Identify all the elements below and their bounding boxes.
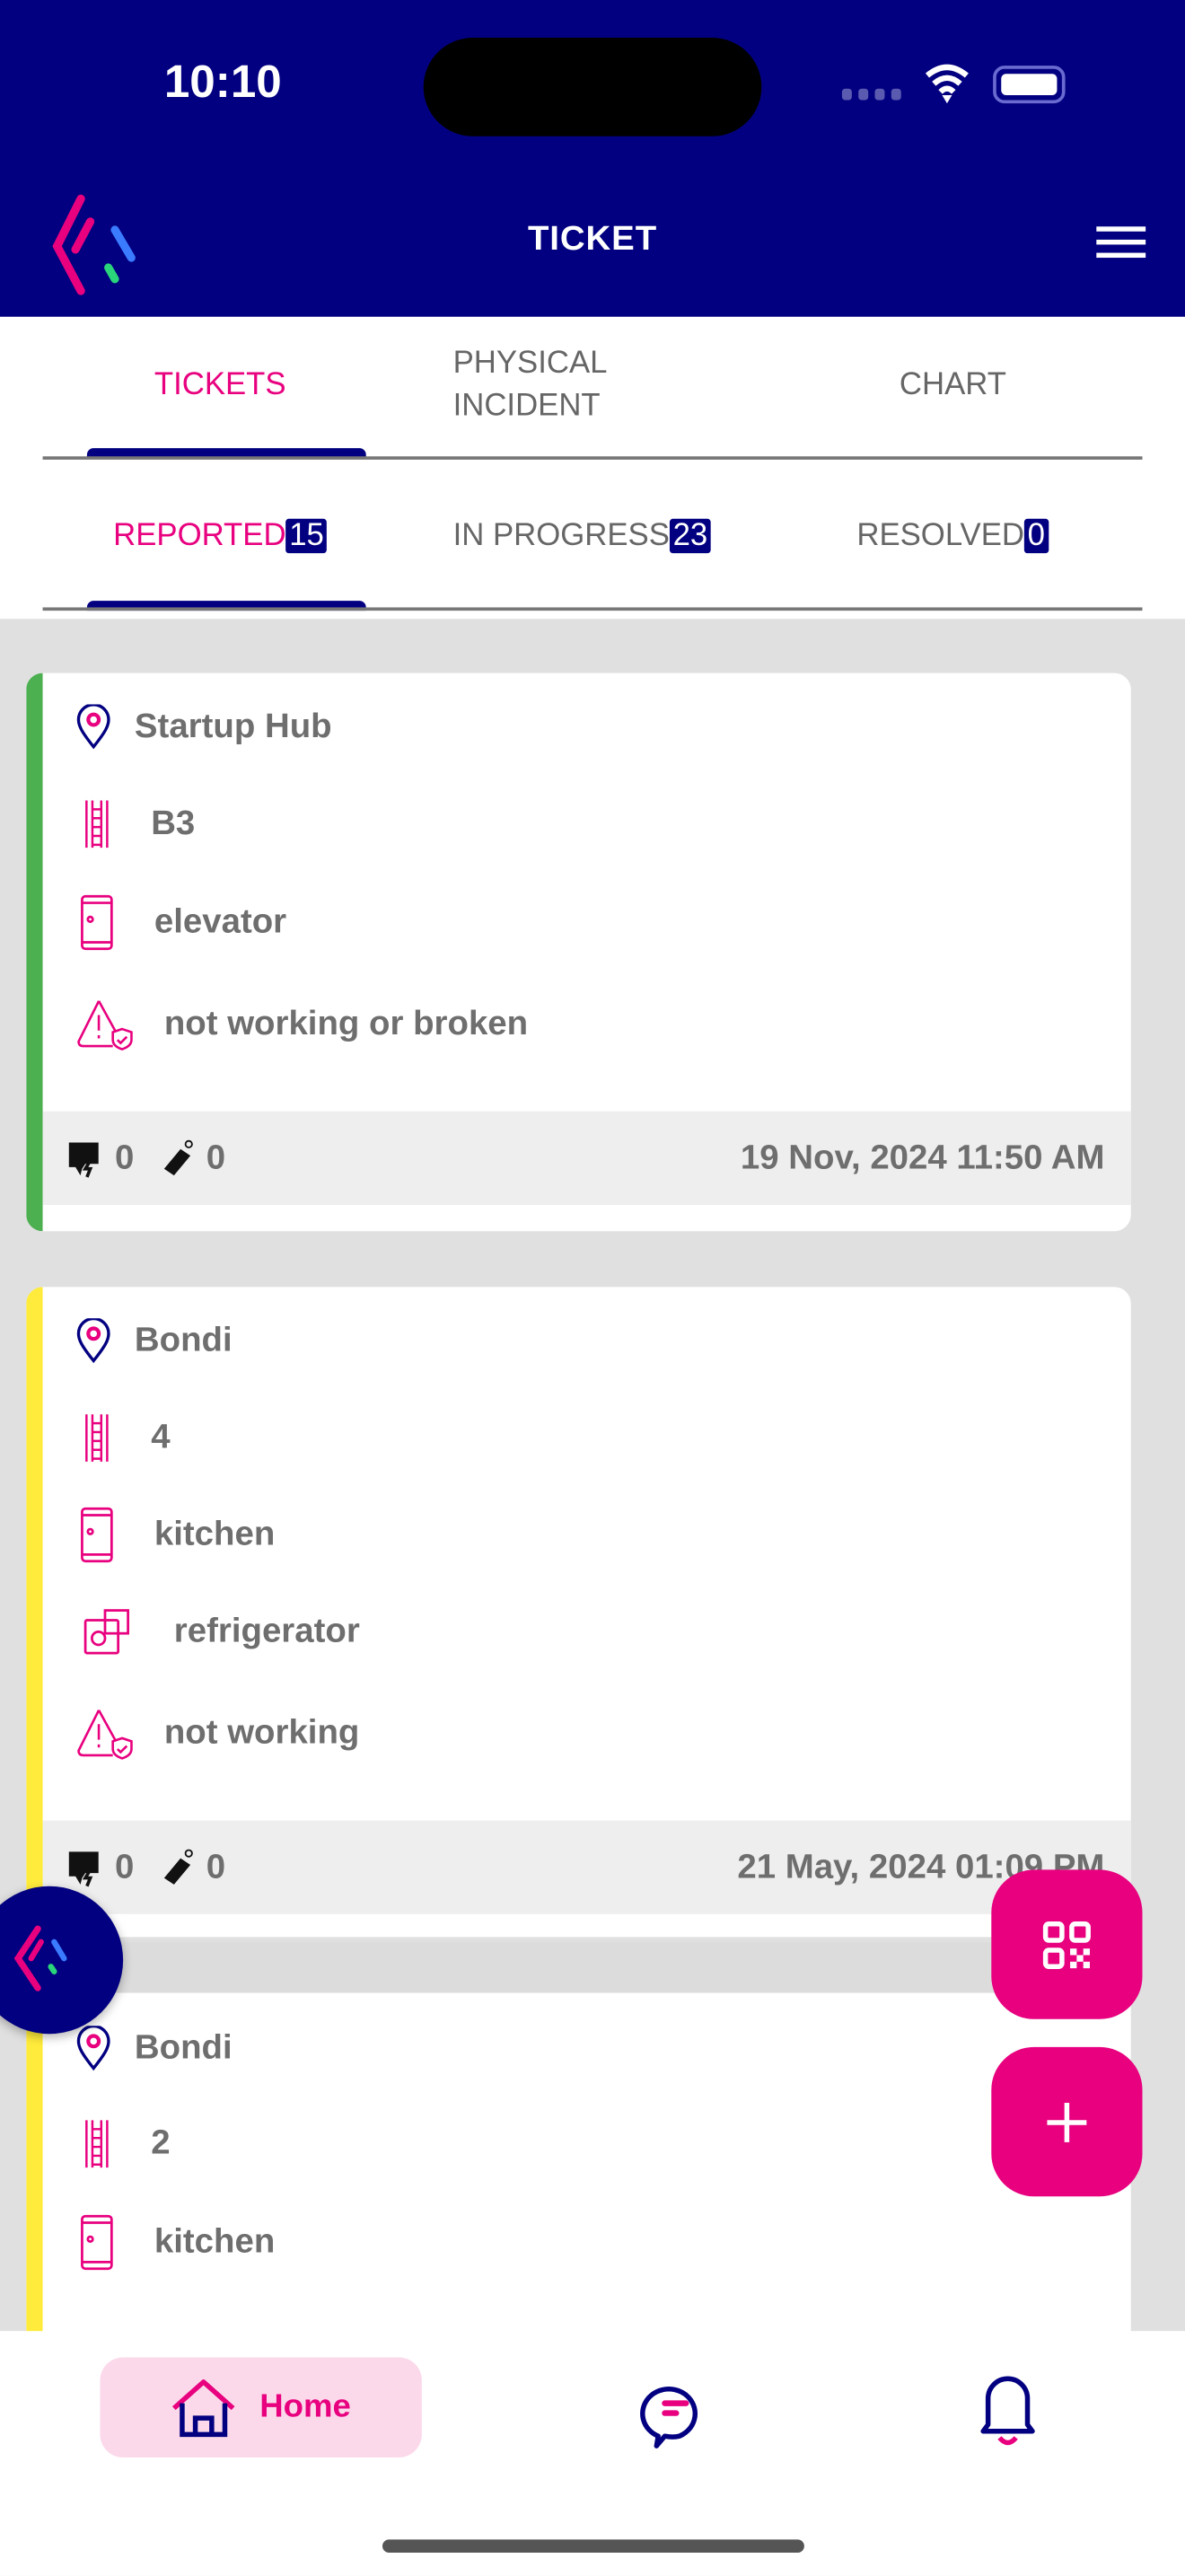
subtab-in-progress[interactable]: IN PROGRESS 23 [453, 515, 711, 558]
subtab-reported[interactable]: REPORTED 15 [113, 515, 328, 558]
count-badge: 23 [669, 518, 711, 554]
count-badge: 15 [285, 518, 328, 554]
subtab-resolved[interactable]: RESOLVED 0 [856, 515, 1049, 558]
ticket-date: 19 Nov, 2024 11:50 AM [740, 1138, 1105, 1176]
qr-scan-button[interactable] [991, 1869, 1143, 2019]
warning-icon [75, 997, 135, 1052]
appliance-icon [82, 1607, 131, 1657]
ticket-floor: 4 [151, 1418, 171, 1456]
ticket-location: Bondi [134, 2028, 233, 2067]
location-pin-icon [75, 1318, 111, 1364]
ticket-asset: kitchen [154, 2222, 276, 2261]
subtab-label: RESOLVED [856, 518, 1025, 554]
comment-icon [66, 1848, 105, 1887]
dynamic-island [423, 38, 762, 136]
asset-icon [79, 1507, 115, 1562]
tab-physical-incident[interactable]: PHYSICAL INCIDENT [453, 343, 667, 428]
plus-icon [1047, 2102, 1087, 2142]
home-icon [172, 2378, 235, 2437]
ticket-floor: 2 [151, 2123, 171, 2162]
tag-icon [157, 1848, 197, 1887]
ticket-card[interactable]: Bondi 4 kitchen refrigerator not working… [26, 1287, 1131, 1938]
add-ticket-button[interactable] [991, 2046, 1143, 2197]
tab-tickets[interactable]: TICKETS [154, 365, 286, 408]
asset-icon [79, 894, 115, 950]
location-pin-icon [75, 2026, 111, 2071]
subtab-label: IN PROGRESS [452, 518, 670, 554]
ticket-issue: not working or broken [163, 1004, 529, 1042]
ticket-footer: 0 0 21 May, 2024 01:09 PM [42, 1820, 1131, 1914]
comment-count: 0 [114, 1847, 135, 1886]
nav-home[interactable]: Home [100, 2357, 422, 2457]
status-indicator [26, 673, 43, 1232]
divider [42, 456, 1143, 460]
app-header: 10:10 TICKET [0, 0, 1185, 317]
comment-icon [66, 1139, 105, 1178]
status-time: 10:10 [163, 56, 282, 107]
subtab-label: REPORTED [113, 518, 286, 554]
ticket-location: Bondi [134, 1321, 233, 1359]
divider [42, 607, 1143, 611]
qr-code-icon [1042, 1921, 1091, 1969]
ladder-floor-icon [82, 1409, 111, 1468]
asset-icon [79, 2214, 115, 2270]
bottom-navigation: Home [0, 2331, 1185, 2576]
chat-icon[interactable] [640, 2377, 712, 2449]
home-indicator [382, 2539, 804, 2554]
separator [26, 1941, 1131, 1993]
ticket-asset: elevator [154, 902, 287, 941]
tag-count: 0 [206, 1847, 226, 1886]
page-title: TICKET [527, 219, 658, 259]
notification-bell-icon[interactable] [975, 2372, 1040, 2448]
hamburger-menu-icon[interactable] [1096, 226, 1146, 259]
ticket-sub-asset: refrigerator [173, 1612, 360, 1650]
ticket-footer: 0 0 19 Nov, 2024 11:50 AM [42, 1111, 1131, 1205]
count-badge: 0 [1024, 518, 1049, 554]
tab-chart[interactable]: CHART [900, 365, 1006, 408]
tag-icon [157, 1139, 197, 1178]
ladder-floor-icon [82, 2114, 111, 2174]
ticket-issue: not working [163, 1713, 360, 1752]
status-indicator [26, 1287, 43, 1938]
status-icons [841, 64, 1066, 104]
ticket-location: Startup Hub [134, 707, 332, 746]
tag-count: 0 [206, 1138, 226, 1176]
ticket-floor: B3 [151, 804, 196, 842]
nav-home-label: Home [259, 2388, 351, 2425]
tab-bar: TICKETS PHYSICAL INCIDENT CHART REPORTED… [0, 316, 1185, 620]
comment-count: 0 [114, 1138, 135, 1176]
ticket-asset: kitchen [154, 1515, 276, 1553]
location-pin-icon [75, 704, 111, 750]
ticket-card[interactable]: Startup Hub B3 elevator not working or b… [26, 673, 1131, 1232]
app-logo-icon [13, 1925, 67, 1991]
ladder-floor-icon [82, 795, 111, 854]
warning-icon [75, 1706, 135, 1762]
